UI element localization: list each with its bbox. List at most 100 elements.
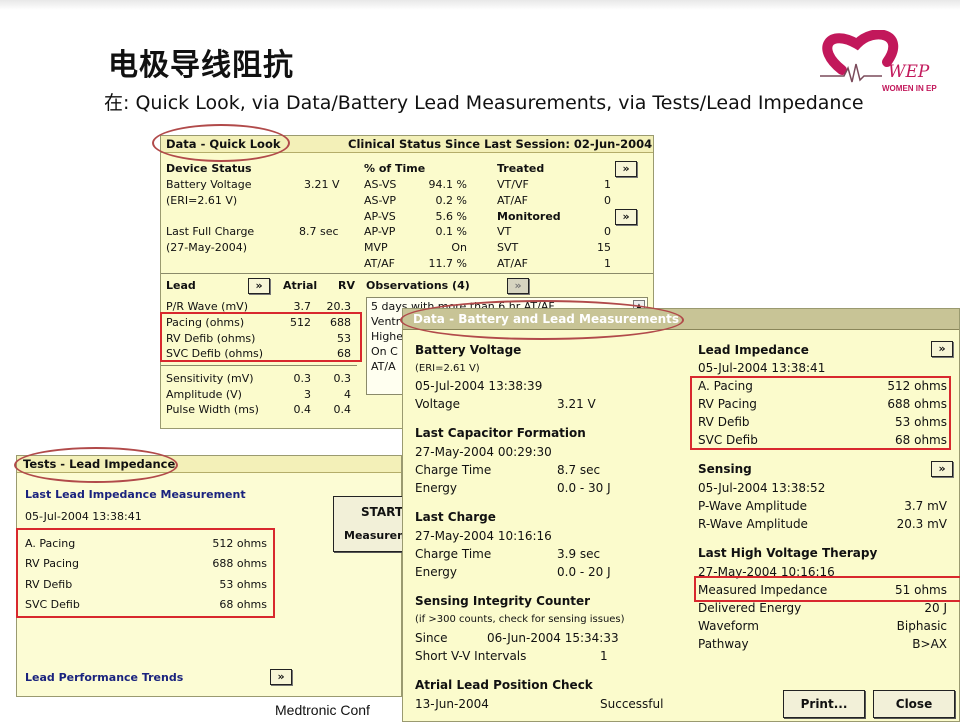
monitored-row-value: 1 [604, 257, 611, 270]
rwave-value: 20.3 mV [896, 517, 947, 531]
lead-impedance-header: Lead Impedance [698, 343, 809, 357]
battery-voltage-label: Battery Voltage [166, 178, 252, 191]
last-full-charge-label: Last Full Charge [166, 225, 255, 238]
lc-date: 27-May-2004 10:16:16 [415, 529, 552, 543]
monitored-row-label: SVT [497, 241, 519, 254]
lc-energy-label: Energy [415, 565, 458, 579]
last-full-charge-value: 8.7 sec [299, 225, 339, 238]
monitored-row-value: 0 [604, 225, 611, 238]
hv-therapy-header: Last High Voltage Therapy [698, 546, 878, 560]
sensing-integrity-note: (if >300 counts, check for sensing issue… [415, 614, 625, 625]
monitored-row-label: VT [497, 225, 512, 238]
cap-charge-label: Charge Time [415, 463, 492, 477]
short-vv-value: 1 [600, 649, 608, 663]
sensing-header: Sensing [698, 462, 752, 476]
slide-top-band [0, 0, 960, 10]
lead-performance-trends-label: Lead Performance Trends [25, 671, 184, 684]
pct-row-value: 11.7 % [428, 257, 467, 270]
lc-charge-value: 3.9 sec [557, 547, 601, 561]
lead-row-atrial: 3 [304, 388, 311, 401]
treated-row-label: VT/VF [497, 178, 529, 191]
short-vv-label: Short V-V Intervals [415, 649, 527, 663]
observation-item: Ventr [371, 315, 401, 328]
measure-label: Measurem [344, 529, 409, 542]
highlight-tests-impedance [16, 528, 275, 618]
lead-row-rv: 0.4 [333, 403, 352, 416]
hv-row-label: Waveform [698, 619, 759, 633]
print-button[interactable]: Print... [783, 690, 865, 718]
tests-date: 05-Jul-2004 13:38:41 [25, 510, 142, 523]
lead-row-label: Sensitivity (mV) [166, 372, 254, 385]
logo-caption: WOMEN IN EP [882, 84, 937, 93]
battery-eri: (ERI=2.61 V) [415, 363, 480, 374]
pct-row-label: MVP [364, 241, 388, 254]
sensing-integrity-header: Sensing Integrity Counter [415, 594, 591, 608]
lc-energy-value: 0.0 - 20 J [557, 565, 611, 579]
sensing-date: 05-Jul-2004 13:38:52 [698, 481, 826, 495]
pct-row-label: AP-VS [364, 210, 396, 223]
since-label: Since [415, 631, 448, 645]
pwave-value: 3.7 mV [904, 499, 947, 513]
ellipse-quicklook-title [152, 124, 290, 162]
pct-row-label: AT/AF [364, 257, 395, 270]
eri-text: (ERI=2.61 V) [166, 194, 238, 207]
battery-voltage-header: Battery Voltage [415, 343, 522, 357]
close-button[interactable]: Close [873, 690, 955, 718]
lead-divider [161, 365, 357, 366]
treated-row-value: 0 [604, 194, 611, 207]
monitored-row-value: 15 [597, 241, 611, 254]
highlight-quicklook-impedance [160, 312, 362, 362]
monitored-row-label: AT/AF [497, 257, 528, 270]
cap-charge-value: 8.7 sec [557, 463, 601, 477]
last-charge-header: Last Charge [415, 510, 496, 524]
voltage-value: 3.21 V [557, 397, 596, 411]
monitored-expand-button[interactable]: » [615, 209, 637, 225]
li-date: 05-Jul-2004 13:38:41 [698, 361, 826, 375]
treated-row-label: AT/AF [497, 194, 528, 207]
observation-item: On C [371, 345, 398, 358]
highlight-battery-lead-impedance [690, 376, 951, 450]
rv-header: RV [338, 279, 355, 292]
pwave-label: P-Wave Amplitude [698, 499, 808, 513]
monitored-header: Monitored [497, 210, 561, 223]
rwave-label: R-Wave Amplitude [698, 517, 808, 531]
trends-expand-button[interactable]: » [270, 669, 292, 685]
bv-date: 05-Jul-2004 13:38:39 [415, 379, 543, 393]
observation-item: AT/A [371, 360, 396, 373]
battery-lead-measurements-window: Data - Battery and Lead Measurements Bat… [402, 308, 960, 722]
ellipse-battery-title [400, 300, 684, 340]
pct-row-value: 5.6 % [435, 210, 467, 223]
cap-formation-header: Last Capacitor Formation [415, 426, 586, 440]
observations-header: Observations (4) [366, 279, 470, 292]
women-in-ep-logo: WEP WOMEN IN EP [812, 29, 947, 100]
lead-row-atrial: 0.3 [293, 372, 312, 385]
atrial-header: Atrial [283, 279, 318, 292]
slide-title: 电极导线阻抗 [108, 48, 294, 83]
lc-charge-label: Charge Time [415, 547, 492, 561]
battery-voltage-value: 3.21 V [304, 178, 340, 191]
pct-row-label: AP-VP [364, 225, 396, 238]
highlight-measured-impedance [694, 576, 960, 602]
section-divider [161, 273, 653, 274]
pct-time-header: % of Time [364, 162, 426, 175]
last-full-charge-date: (27-May-2004) [166, 241, 248, 254]
pct-row-value: 94.1 % [428, 178, 467, 191]
observations-expand-button[interactable]: » [507, 278, 529, 294]
pct-row-value: 0.1 % [435, 225, 467, 238]
treated-expand-button[interactable]: » [615, 161, 637, 177]
footer-text: Medtronic Conf [275, 702, 370, 718]
last-measurement-label: Last Lead Impedance Measurement [25, 488, 246, 501]
hv-row-value: Biphasic [896, 619, 947, 633]
lead-row-rv: 4 [344, 388, 351, 401]
lead-expand-button[interactable]: » [248, 278, 270, 294]
device-status-header: Device Status [166, 162, 252, 175]
slide-subtitle: 在: Quick Look, via Data/Battery Lead Mea… [104, 92, 864, 114]
lead-row-label: Amplitude (V) [166, 388, 242, 401]
cap-date: 27-May-2004 00:29:30 [415, 445, 552, 459]
atrial-lead-position-header: Atrial Lead Position Check [415, 678, 593, 692]
hv-row-label: Pathway [698, 637, 749, 651]
sensing-expand-button[interactable]: » [931, 461, 953, 477]
lead-row-atrial: 0.4 [293, 403, 312, 416]
lead-impedance-expand-button[interactable]: » [931, 341, 953, 357]
pct-row-label: AS-VS [364, 178, 397, 191]
